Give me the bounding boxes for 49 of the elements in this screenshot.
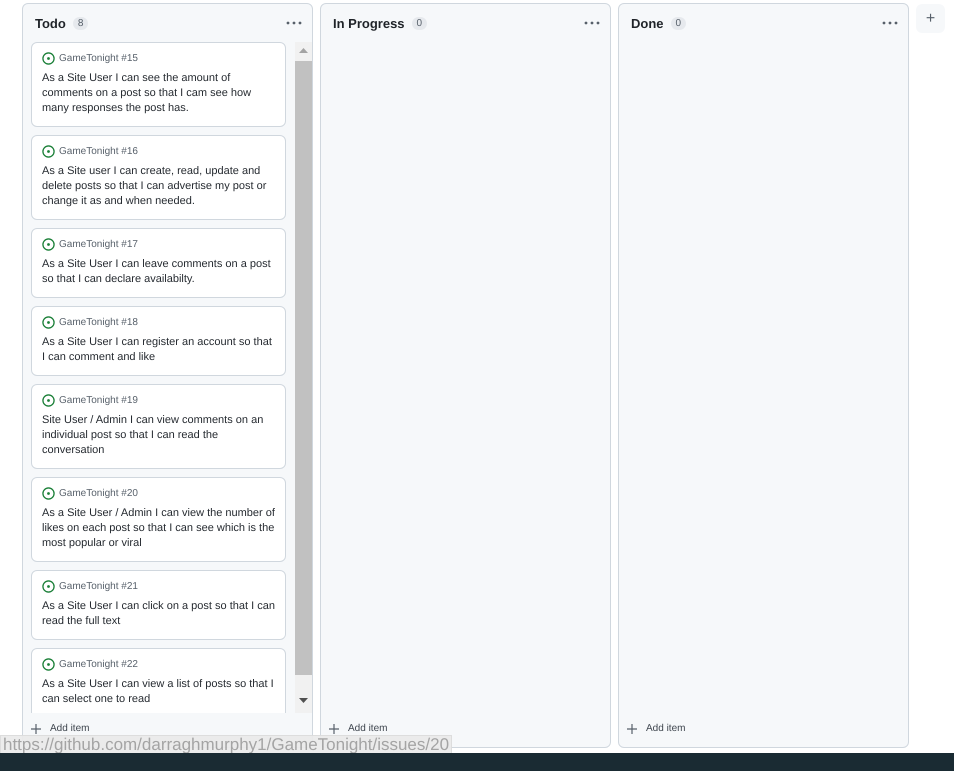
item-count: 8	[72, 16, 88, 30]
add-item-button[interactable]: Add item	[50, 723, 90, 735]
issue-reference[interactable]: GameTonight #20	[59, 488, 138, 499]
issue-card[interactable]: GameTonight #16 As a Site user I can create, read, update and delete posts so that I can advertise my post or change it as and when needed.	[31, 135, 286, 220]
item-count: 0	[412, 16, 428, 30]
open-issue-icon	[42, 145, 55, 158]
more-options-icon[interactable]	[286, 21, 302, 25]
open-issue-icon	[42, 316, 55, 329]
issue-reference[interactable]: GameTonight #16	[59, 146, 138, 157]
issue-title[interactable]: As a Site User I can leave comments on a post so that I can declare availabilty.	[42, 257, 275, 287]
issue-title[interactable]: As a Site User I can register an account so that I can comment and like	[42, 335, 275, 365]
issue-card[interactable]: GameTonight #22 As a Site User I can view a list of posts so that I can select one to read	[31, 648, 286, 713]
issue-card[interactable]: GameTonight #17 As a Site User I can leave comments on a post so that I can declare availabilty.	[31, 228, 286, 298]
item-count: 0	[670, 16, 686, 30]
open-issue-icon	[42, 394, 55, 407]
issue-card[interactable]: GameTonight #18 As a Site User I can register an account so that I can comment and like	[31, 306, 286, 376]
issue-title[interactable]: As a Site User I can view a list of posts so that I can select one to read	[42, 677, 275, 707]
column-title: Done	[631, 16, 664, 30]
open-issue-icon	[42, 238, 55, 251]
issue-title[interactable]: As a Site User / Admin I can view the number of likes on each post so that I can see which is the most popular or viral	[42, 506, 275, 551]
add-item-button[interactable]: Add item	[348, 723, 388, 735]
add-item-button[interactable]: Add item	[646, 723, 686, 735]
issue-reference[interactable]: GameTonight #18	[59, 317, 138, 328]
open-issue-icon	[42, 52, 55, 65]
issue-title[interactable]: Site User / Admin I can view comments on an individual post so that I can read the conversation	[42, 413, 275, 458]
issue-reference[interactable]: GameTonight #19	[59, 395, 138, 406]
issue-card[interactable]: GameTonight #20 As a Site User / Admin I can view the number of likes on each post so that I can see which is the most popular or viral	[31, 477, 286, 562]
add-column-button[interactable]: +	[916, 4, 945, 33]
more-options-icon[interactable]	[882, 21, 898, 25]
issue-reference[interactable]: GameTonight #22	[59, 659, 138, 670]
issue-card[interactable]: GameTonight #21 As a Site User I can click on a post so that I can read the full text	[31, 570, 286, 640]
issue-title[interactable]: As a Site User I can see the amount of comments on a post so that I cam see how many responses the post has.	[42, 71, 275, 116]
issue-card[interactable]: GameTonight #15 As a Site User I can see the amount of comments on a post so that I cam see how many responses the post has.	[31, 42, 286, 127]
issue-reference[interactable]: GameTonight #17	[59, 239, 138, 250]
column-title: In Progress	[333, 16, 405, 30]
open-issue-icon	[42, 580, 55, 593]
issue-reference[interactable]: GameTonight #21	[59, 581, 138, 592]
issue-title[interactable]: As a Site user I can create, read, update and delete posts so that I can advertise my post or change it as and when needed.	[42, 164, 275, 209]
plus-icon	[626, 723, 638, 735]
open-issue-icon	[42, 658, 55, 671]
issue-card[interactable]: GameTonight #19 Site User / Admin I can view comments on an individual post so that I can read the conversation	[31, 384, 286, 469]
open-issue-icon	[42, 487, 55, 500]
issue-reference[interactable]: GameTonight #15	[59, 53, 138, 64]
link-url-tooltip: https://github.com/darraghmurphy1/GameTonight/issues/20	[0, 735, 452, 755]
column-title: Todo	[35, 16, 66, 30]
plus-icon	[328, 723, 340, 735]
plus-icon	[30, 723, 42, 735]
more-options-icon[interactable]	[584, 21, 600, 25]
issue-title[interactable]: As a Site User I can click on a post so that I can read the full text	[42, 599, 275, 629]
